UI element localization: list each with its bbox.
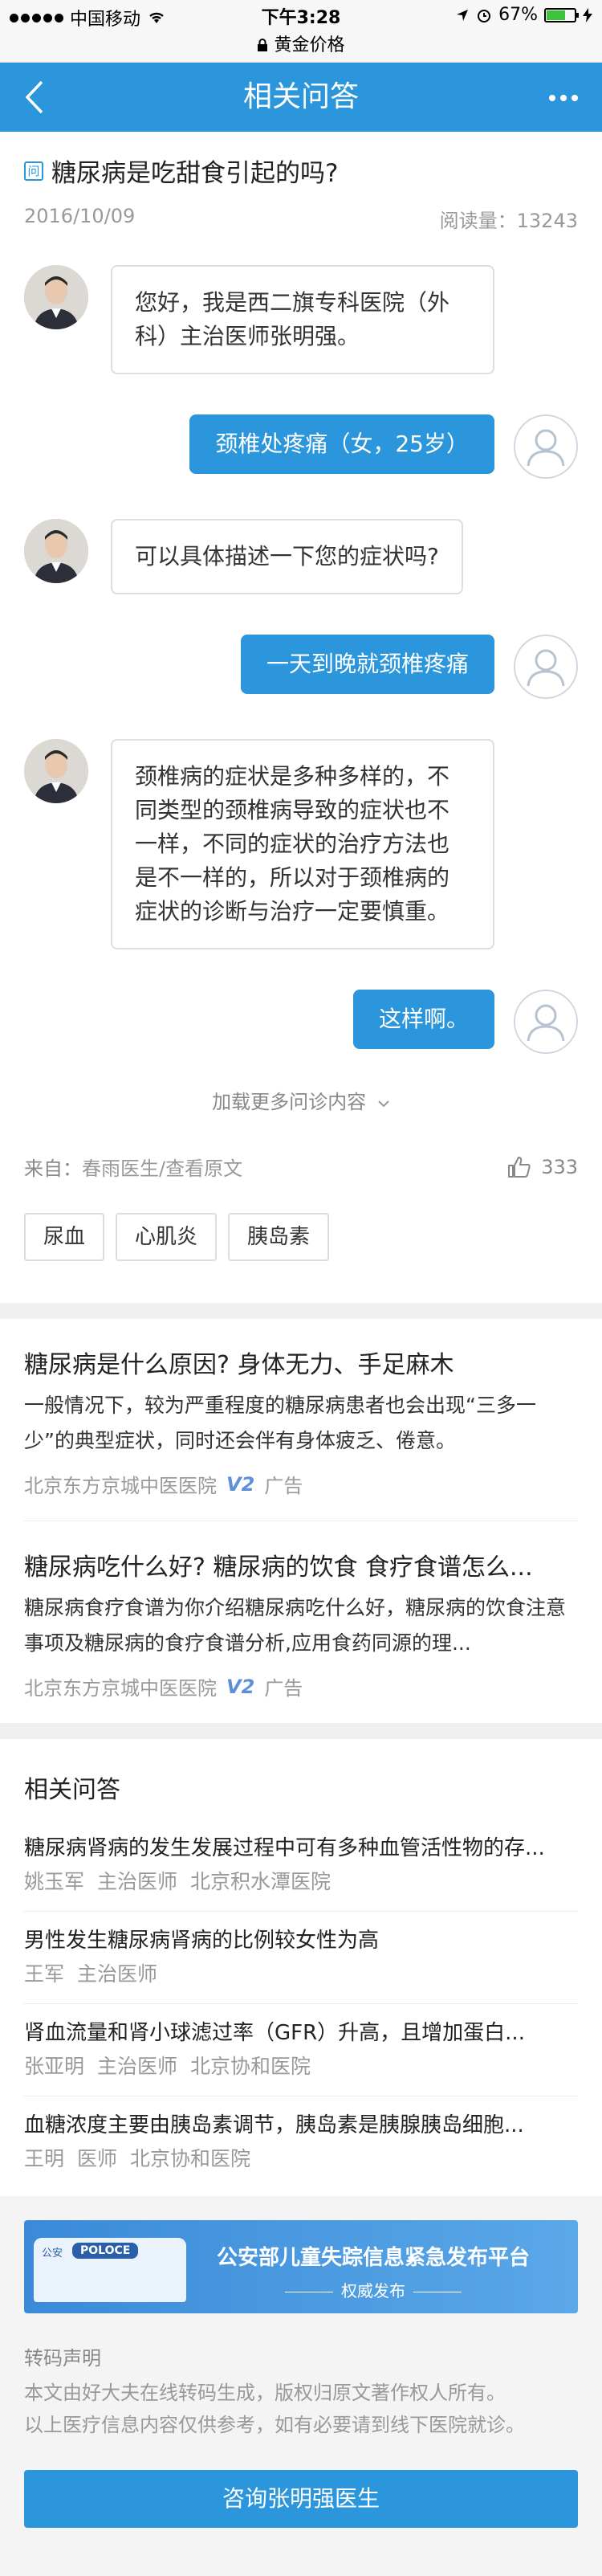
load-more-button[interactable]: 加载更多问诊内容 — [24, 1086, 578, 1114]
ad-item[interactable]: 糖尿病吃什么好? 糖尿病的饮食 食疗食谱怎么... 糖尿病食疗食谱为你介绍糖尿病… — [24, 1521, 578, 1723]
related-item[interactable]: 肾血流量和肾小球滤过率（GFR）升高，且增加蛋白... 张亚明 主治医师 北京协和医… — [24, 2004, 578, 2096]
tag-item[interactable]: 尿血 — [24, 1213, 105, 1261]
lock-icon — [258, 39, 268, 51]
doctor-role: 医师 — [77, 2147, 118, 2170]
doctor-name: 张亚明 — [24, 2055, 85, 2078]
doctor-role: 主治医师 — [77, 1962, 158, 1986]
verified-badge-icon: V2 — [226, 1472, 255, 1496]
user-message: 这样啊。 — [24, 990, 578, 1054]
chevron-down-icon — [378, 1100, 389, 1108]
user-avatar-icon — [514, 414, 578, 479]
banner-title: 公安部儿童失踪信息紧急发布平台 — [216, 2246, 530, 2270]
ad-label: 广告 — [264, 1677, 303, 1700]
related-qa: 相关问答 糖尿病肾病的发生发展过程中可有多种血管活性物的存... 姚玉军 主治医师… — [0, 1739, 602, 2196]
related-question: 肾血流量和肾小球滤过率（GFR）升高，且增加蛋白... — [24, 2021, 525, 2045]
notice-title: 转码声明 — [24, 2347, 101, 2370]
tag-list: 尿血 心肌炎 胰岛素 — [0, 1181, 602, 1303]
message-text: 这样啊。 — [352, 990, 494, 1049]
doctor-hospital: 北京协和医院 — [130, 2147, 251, 2170]
tag-item[interactable]: 心肌炎 — [116, 1213, 218, 1261]
source-row: 来自：春雨医生/查看原文 333 — [0, 1153, 602, 1181]
banner-subtitle: 权威发布 — [177, 2278, 570, 2301]
doctor-message: 颈椎病的症状是多种多样的，不同类型的颈椎病导致的症状也不一样，不同的症状的治疗方… — [24, 739, 578, 949]
nav-bar: 相关问答 — [0, 63, 602, 132]
car-text: 公安 — [42, 2247, 63, 2260]
more-icon[interactable] — [549, 95, 578, 101]
related-question: 糖尿病肾病的发生发展过程中可有多种血管活性物的存... — [24, 1836, 545, 1860]
url-bar[interactable]: 黄金价格 — [0, 32, 602, 63]
notice-line: 以上医疗信息内容仅供参考，如有必要请到线下医院就诊。 — [24, 2414, 525, 2436]
doctor-avatar[interactable] — [24, 265, 88, 329]
doctor-name: 姚玉军 — [24, 1870, 85, 1893]
question-date: 2016/10/09 — [24, 205, 136, 227]
status-bar: 中国移动 下午3:28 67% — [0, 0, 602, 32]
doctor-avatar[interactable] — [24, 739, 88, 803]
police-car-icon: 公安 POLOCE — [34, 2238, 186, 2302]
ad-description: 一般情况下，较为严重程度的糖尿病患者也会出现“三多一少”的典型症状，同时还会伴有… — [24, 1394, 536, 1452]
verified-badge-icon: V2 — [226, 1675, 255, 1698]
user-avatar-icon — [514, 635, 578, 699]
message-text: 可以具体描述一下您的症状吗? — [111, 519, 463, 594]
question-title: 糖尿病是吃甜食引起的吗? — [51, 159, 339, 188]
battery-percent: 67% — [498, 5, 538, 25]
doctor-role: 主治医师 — [97, 1870, 178, 1893]
user-message: 颈椎处疼痛（女，25岁） — [24, 414, 578, 479]
like-button[interactable]: 333 — [507, 1156, 578, 1178]
doctor-name: 王军 — [24, 1962, 65, 1986]
url-text: 黄金价格 — [274, 35, 345, 55]
message-text: 颈椎病的症状是多种多样的，不同类型的颈椎病导致的症状也不一样，不同的症状的治疗方… — [111, 739, 494, 949]
missing-children-banner[interactable]: 公安 POLOCE 公安部儿童失踪信息紧急发布平台 权威发布 — [24, 2220, 578, 2313]
doctor-message: 您好，我是西二旗专科医院（外科）主治医师张明强。 — [24, 265, 578, 374]
location-icon — [457, 9, 469, 21]
message-text: 您好，我是西二旗专科医院（外科）主治医师张明强。 — [111, 265, 494, 374]
thumbs-up-icon — [508, 1156, 531, 1178]
message-text: 颈椎处疼痛（女，25岁） — [189, 414, 494, 474]
ad-item[interactable]: 糖尿病是什么原因? 身体无力、手足麻木 一般情况下，较为严重程度的糖尿病患者也会… — [24, 1319, 578, 1521]
like-count: 333 — [541, 1155, 578, 1178]
consult-doctor-button[interactable]: 咨询张明强医生 — [24, 2470, 578, 2528]
related-question: 血糖浓度主要由胰岛素调节，胰岛素是胰腺胰岛细胞... — [24, 2113, 524, 2137]
ad-label: 广告 — [264, 1475, 303, 1497]
user-message: 一天到晚就颈椎疼痛 — [24, 635, 578, 699]
related-title: 相关问答 — [24, 1776, 120, 1804]
load-more-label: 加载更多问诊内容 — [212, 1091, 367, 1113]
section-divider — [0, 1303, 602, 1319]
page-title: 相关问答 — [242, 80, 359, 113]
ad-title: 糖尿病是什么原因? 身体无力、手足麻木 — [24, 1351, 454, 1379]
ad-source: 北京东方京城中医医院 — [24, 1475, 217, 1497]
doctor-role: 主治医师 — [97, 2055, 178, 2078]
notice-line: 本文由好大夫在线转码生成，版权归原文著作权人所有。 — [24, 2382, 506, 2404]
question-tag-icon: 问 — [24, 161, 43, 181]
source-link[interactable]: 春雨医生/查看原文 — [82, 1157, 242, 1180]
source-prefix: 来自： — [24, 1157, 82, 1180]
footer: 公安 POLOCE 公安部儿童失踪信息紧急发布平台 权威发布 转码声明 本文由好… — [0, 2196, 602, 2576]
related-question: 男性发生糖尿病肾病的比例较女性为高 — [24, 1929, 380, 1953]
related-item[interactable]: 糖尿病肾病的发生发展过程中可有多种血管活性物的存... 姚玉军 主治医师 北京积水潭… — [24, 1819, 578, 1912]
ad-list: 糖尿病是什么原因? 身体无力、手足麻木 一般情况下，较为严重程度的糖尿病患者也会… — [0, 1319, 602, 1723]
charging-icon — [583, 7, 592, 22]
message-text: 一天到晚就颈椎疼痛 — [240, 635, 494, 694]
doctor-message: 可以具体描述一下您的症状吗? — [24, 519, 578, 594]
question-header: 问 糖尿病是吃甜食引起的吗? 2016/10/09 阅读量：13243 — [0, 132, 602, 233]
doctor-name: 王明 — [24, 2147, 65, 2170]
related-item[interactable]: 男性发生糖尿病肾病的比例较女性为高 王军 主治医师 — [24, 1912, 578, 2004]
battery-icon — [544, 7, 579, 22]
tag-item[interactable]: 胰岛素 — [228, 1213, 330, 1261]
ad-source: 北京东方京城中医医院 — [24, 1677, 217, 1700]
ad-title: 糖尿病吃什么好? 糖尿病的饮食 食疗食谱怎么... — [24, 1553, 533, 1582]
chat-thread: 您好，我是西二旗专科医院（外科）主治医师张明强。 颈椎处疼痛（女，25岁） 可以… — [0, 233, 602, 1114]
doctor-avatar[interactable] — [24, 519, 88, 583]
related-item[interactable]: 血糖浓度主要由胰岛素调节，胰岛素是胰腺胰岛细胞... 王明 医师 北京协和医院 — [24, 2096, 578, 2188]
car-badge: POLOCE — [72, 2243, 139, 2259]
ad-description: 糖尿病食疗食谱为你介绍糖尿病吃什么好，糖尿病的饮食注意事项及糖尿病的食疗食谱分析… — [24, 1596, 567, 1655]
back-arrow-icon[interactable] — [19, 79, 51, 116]
question-views: 阅读量：13243 — [439, 210, 578, 232]
section-divider — [0, 1723, 602, 1739]
user-avatar-icon — [514, 990, 578, 1054]
alarm-icon — [478, 9, 491, 22]
doctor-hospital: 北京积水潭医院 — [190, 1870, 332, 1893]
doctor-hospital: 北京协和医院 — [190, 2055, 311, 2078]
